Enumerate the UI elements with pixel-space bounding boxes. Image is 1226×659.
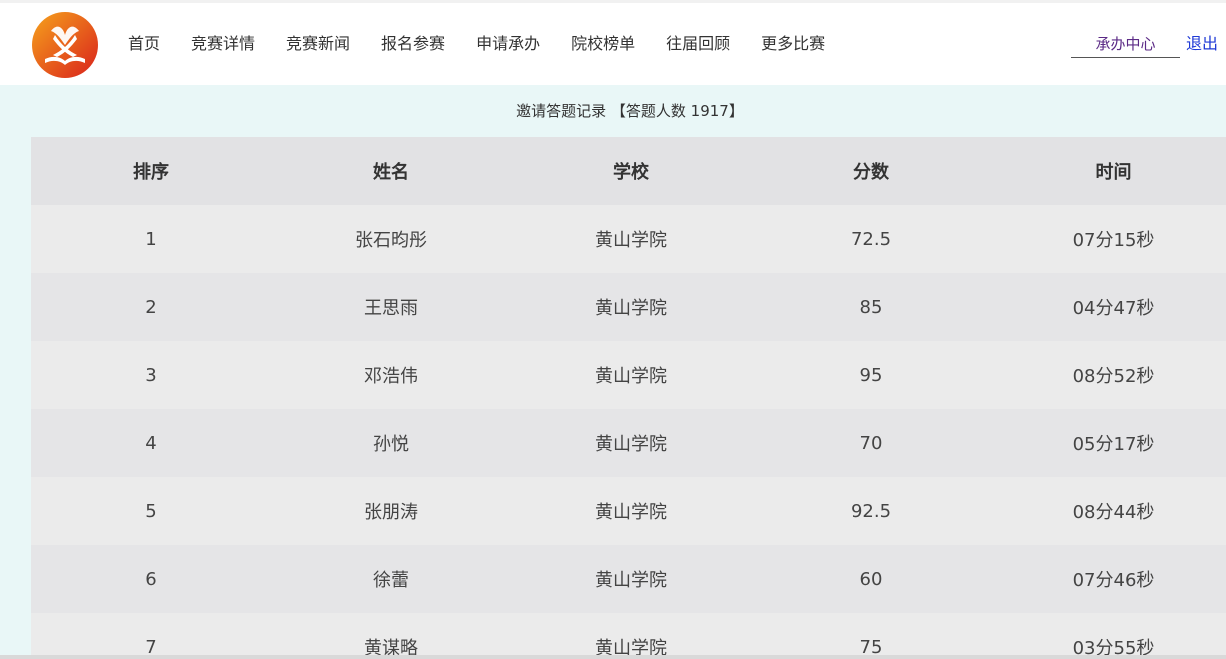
contest-logo-icon[interactable]: [31, 11, 99, 79]
cell-time: 05分17秒: [1072, 434, 1155, 455]
table-row: 6 徐蕾 黄山学院 60 07分46秒: [31, 545, 1226, 613]
cell-name: 张石昀彤: [355, 230, 427, 251]
nav-contest-news[interactable]: 竞赛新闻: [286, 31, 350, 57]
cell-rank: 6: [145, 568, 157, 590]
table-row: 3 邓浩伟 黄山学院 95 08分52秒: [31, 341, 1226, 409]
cell-name: 孙悦: [373, 434, 409, 455]
header: 首页 竞赛详情 竞赛新闻 报名参赛 申请承办 院校榜单 往届回顾 更多比赛 承办…: [0, 3, 1226, 85]
cell-school: 黄山学院: [595, 230, 667, 251]
table-row: 1 张石昀彤 黄山学院 72.5 07分15秒: [31, 205, 1226, 273]
cell-score: 60: [859, 568, 883, 590]
header-name: 姓名: [373, 162, 409, 183]
cell-school: 黄山学院: [595, 366, 667, 387]
table-row: 4 孙悦 黄山学院 70 05分17秒: [31, 409, 1226, 477]
cell-rank: 3: [145, 364, 157, 386]
main-nav: 首页 竞赛详情 竞赛新闻 报名参赛 申请承办 院校榜单 往届回顾 更多比赛: [128, 31, 825, 57]
cell-name: 王思雨: [364, 298, 418, 319]
cell-score: 70: [859, 432, 883, 454]
nav-past-review[interactable]: 往届回顾: [666, 31, 730, 57]
nav-more-contests[interactable]: 更多比赛: [761, 31, 825, 57]
cell-score: 85: [859, 296, 883, 318]
cell-time: 08分44秒: [1072, 502, 1155, 523]
table-row: 2 王思雨 黄山学院 85 04分47秒: [31, 273, 1226, 341]
header-rank: 排序: [133, 162, 169, 183]
cell-school: 黄山学院: [595, 570, 667, 591]
host-center-link[interactable]: 承办中心: [1071, 31, 1180, 58]
cell-score: 95: [859, 364, 883, 386]
header-school: 学校: [613, 162, 649, 183]
logout-link[interactable]: 退出: [1186, 31, 1218, 57]
cell-name: 徐蕾: [373, 570, 409, 591]
cell-name: 张朋涛: [364, 502, 418, 523]
cell-rank: 2: [145, 296, 157, 318]
nav-apply-host[interactable]: 申请承办: [476, 31, 540, 57]
cell-rank: 5: [145, 500, 157, 522]
cell-rank: 4: [145, 432, 157, 454]
table-row: 5 张朋涛 黄山学院 92.5 08分44秒: [31, 477, 1226, 545]
main-content: 邀请答题记录 【答题人数 1917】 排序 姓名 学校 分数 时间 1 张石昀彤…: [0, 85, 1226, 659]
horizontal-scrollbar[interactable]: [0, 655, 1226, 659]
cell-score: 92.5: [850, 500, 892, 522]
cell-school: 黄山学院: [595, 502, 667, 523]
record-title: 邀请答题记录 【答题人数 1917】: [516, 102, 744, 120]
nav-contest-details[interactable]: 竞赛详情: [191, 31, 255, 57]
cell-school: 黄山学院: [595, 434, 667, 455]
cell-time: 07分15秒: [1072, 230, 1155, 251]
page: 首页 竞赛详情 竞赛新闻 报名参赛 申请承办 院校榜单 往届回顾 更多比赛 承办…: [0, 0, 1226, 659]
nav-register[interactable]: 报名参赛: [381, 31, 445, 57]
header-score: 分数: [853, 162, 889, 183]
cell-time: 08分52秒: [1072, 366, 1155, 387]
cell-time: 04分47秒: [1072, 298, 1155, 319]
cell-rank: 1: [145, 228, 157, 250]
header-time: 时间: [1095, 162, 1132, 183]
cell-score: 72.5: [850, 228, 892, 250]
cell-name: 邓浩伟: [364, 366, 418, 387]
cell-time: 07分46秒: [1072, 570, 1155, 591]
nav-school-ranking[interactable]: 院校榜单: [571, 31, 635, 57]
table-header-row: 排序 姓名 学校 分数 时间: [31, 137, 1226, 205]
cell-school: 黄山学院: [595, 298, 667, 319]
nav-home[interactable]: 首页: [128, 31, 160, 57]
table-row: 7 黄谋略 黄山学院 75 03分55秒: [31, 613, 1226, 659]
records-table: 排序 姓名 学校 分数 时间 1 张石昀彤 黄山学院 72.5 07分15秒 2…: [31, 137, 1226, 659]
